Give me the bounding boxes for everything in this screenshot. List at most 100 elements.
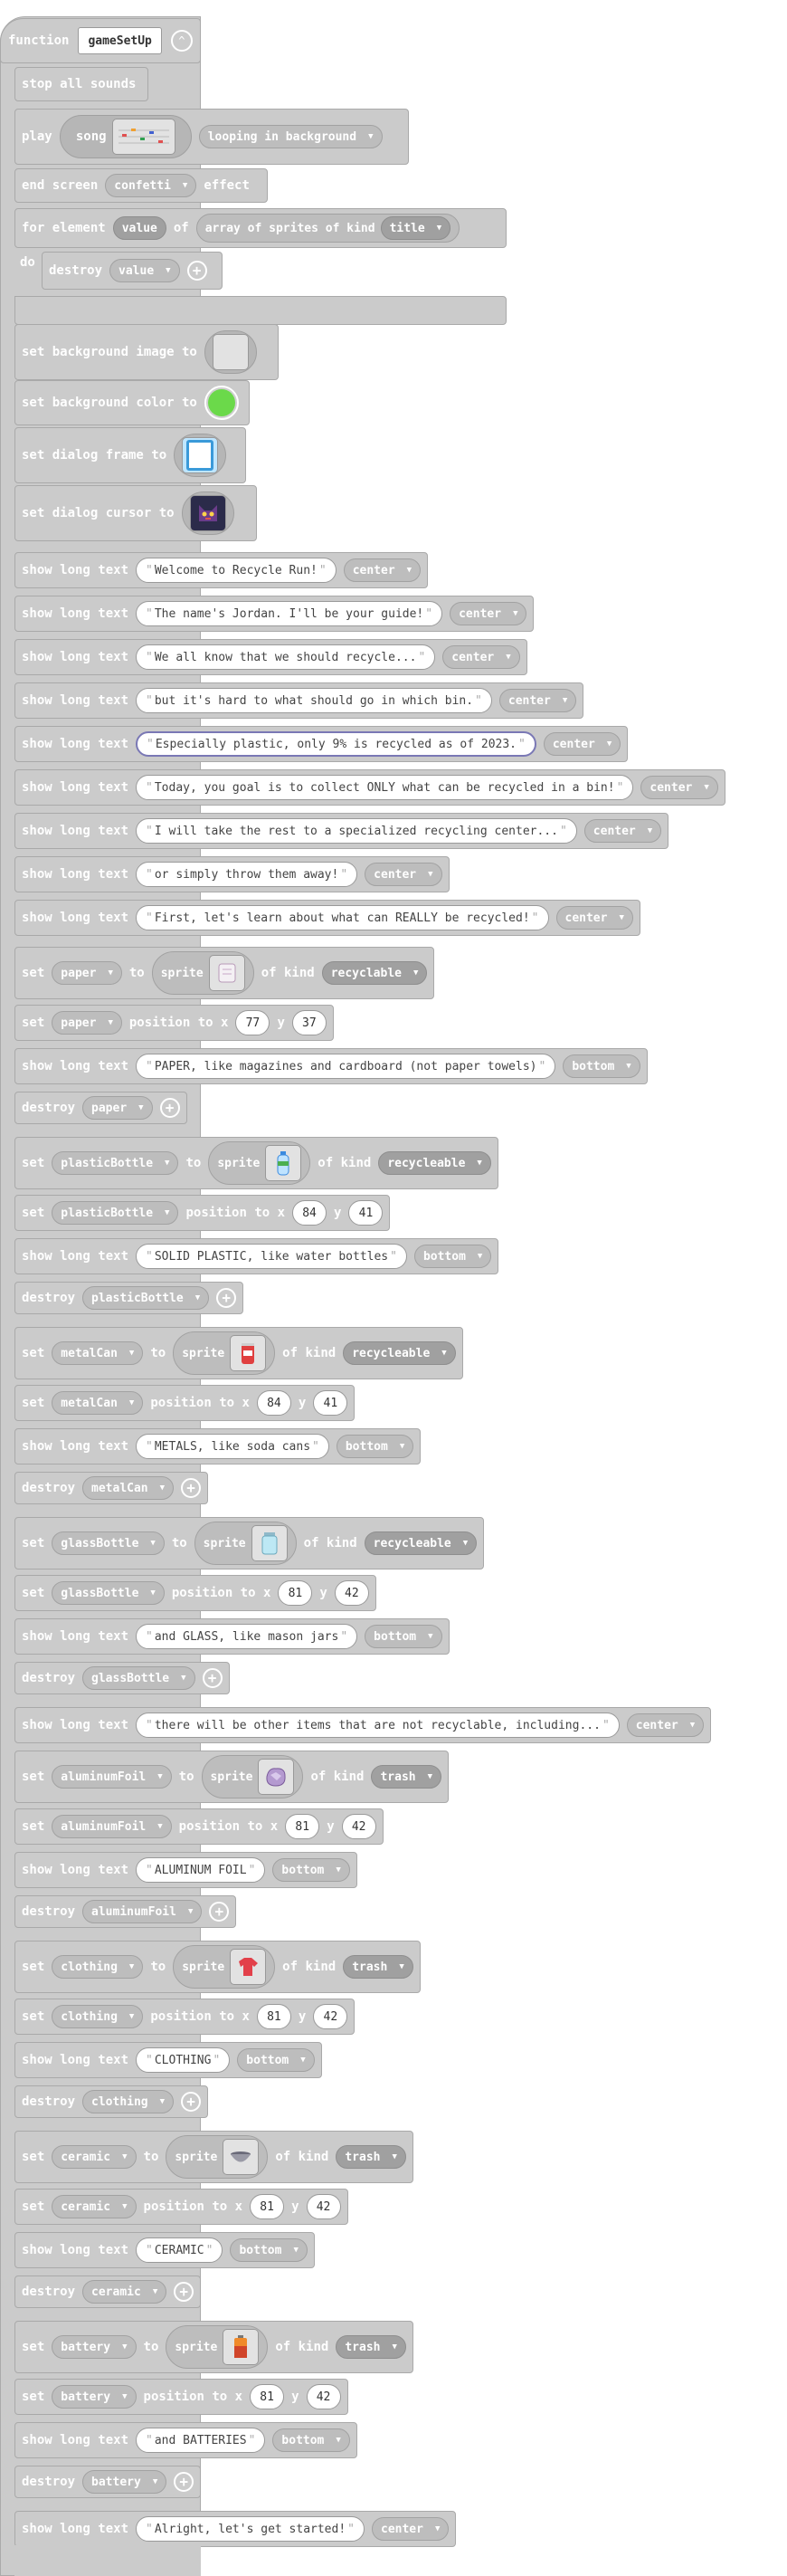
add-icon[interactable]: + bbox=[202, 1668, 223, 1688]
sprite-variable-dropdown[interactable]: battery bbox=[82, 2470, 167, 2494]
show-long-text-block[interactable]: show long text and GLASS, like mason jars… bbox=[14, 1618, 450, 1655]
dialog-position-dropdown[interactable]: bottom bbox=[272, 1858, 350, 1882]
show-long-text-block[interactable]: show long text SOLID PLASTIC, like water … bbox=[14, 1238, 499, 1274]
x-value-input[interactable]: 84 bbox=[292, 1200, 327, 1226]
sprite-create-block[interactable]: sprite bbox=[194, 1522, 297, 1565]
destroy-sprite-block[interactable]: destroy aluminumFoil + bbox=[14, 1895, 237, 1928]
sprite-kind-dropdown[interactable]: recyclable bbox=[321, 961, 428, 985]
sprite-variable-dropdown[interactable]: clothing bbox=[82, 2090, 175, 2113]
add-icon[interactable]: + bbox=[174, 2282, 194, 2302]
y-value-input[interactable]: 42 bbox=[306, 2384, 341, 2409]
function-name-field[interactable]: gameSetUp bbox=[78, 27, 162, 54]
dialog-text-input[interactable]: Alright, let's get started! bbox=[136, 2516, 365, 2542]
destroy-sprite-block[interactable]: destroy paper + bbox=[14, 1092, 187, 1124]
destroy-sprite-block[interactable]: destroy clothing + bbox=[14, 2085, 209, 2118]
set-position-block[interactable]: set paper position to x 77 y 37 bbox=[14, 1005, 334, 1041]
function-header[interactable]: function gameSetUp ^ bbox=[0, 18, 201, 63]
sprite-create-block[interactable]: sprite bbox=[208, 1141, 311, 1185]
destroy-sprite-block[interactable]: destroy battery + bbox=[14, 2466, 202, 2498]
set-sprite-block[interactable]: set glassBottle to sprite of kind recycleable bbox=[14, 1517, 485, 1569]
set-dialog-frame-block[interactable]: set dialog frame to bbox=[14, 427, 246, 483]
add-icon[interactable]: + bbox=[181, 2092, 202, 2112]
dialog-text-input[interactable]: but it's hard to what should go in which… bbox=[136, 688, 492, 713]
end-screen-block[interactable]: end screen confetti effect bbox=[14, 168, 268, 203]
destroy-sprite-block[interactable]: destroy plasticBottle + bbox=[14, 1282, 244, 1314]
dialog-position-dropdown[interactable]: bottom bbox=[336, 1435, 414, 1458]
y-value-input[interactable]: 41 bbox=[313, 1390, 348, 1416]
sprite-variable-dropdown[interactable]: battery bbox=[52, 2385, 137, 2409]
destroy-value-dropdown[interactable]: value bbox=[109, 259, 180, 282]
sprite-create-block[interactable]: sprite bbox=[173, 1331, 276, 1375]
dialog-text-input[interactable]: Especially plastic, only 9% is recycled … bbox=[136, 731, 536, 757]
show-long-text-block[interactable]: show long text I will take the rest to a … bbox=[14, 813, 669, 849]
add-icon[interactable]: + bbox=[174, 2472, 194, 2492]
sprite-variable-dropdown[interactable]: aluminumFoil bbox=[82, 1900, 203, 1923]
destroy-sprite-block[interactable]: destroy glassBottle + bbox=[14, 1662, 230, 1694]
set-position-block[interactable]: set metalCan position to x 84 y 41 bbox=[14, 1385, 356, 1421]
y-value-input[interactable]: 37 bbox=[291, 1010, 327, 1035]
ceramic-bowl-sprite-icon[interactable] bbox=[223, 2139, 260, 2175]
show-long-text-block[interactable]: show long text METALS, like soda cans bott… bbox=[14, 1428, 422, 1465]
dialog-position-dropdown[interactable]: center bbox=[543, 732, 621, 756]
y-value-input[interactable]: 42 bbox=[334, 1580, 369, 1606]
play-song-block[interactable]: play song looping in background bbox=[14, 109, 409, 165]
show-long-text-block[interactable]: show long text and BATTERIESbottom bbox=[14, 2422, 357, 2458]
loop-mode-dropdown[interactable]: looping in background bbox=[198, 125, 383, 148]
x-value-input[interactable]: 77 bbox=[235, 1010, 270, 1035]
sprite-variable-dropdown[interactable]: ceramic bbox=[82, 2280, 167, 2304]
y-value-input[interactable]: 41 bbox=[348, 1200, 384, 1226]
show-long-text-block[interactable]: show long text Especially plastic, only 9… bbox=[14, 726, 629, 762]
sprite-variable-dropdown[interactable]: plasticBottle bbox=[82, 1286, 210, 1310]
sprite-create-block[interactable]: sprite bbox=[201, 1755, 304, 1798]
destroy-value-block[interactable]: destroy value + bbox=[42, 252, 223, 290]
background-image-slot[interactable] bbox=[204, 330, 257, 374]
sprite-variable-dropdown[interactable]: glassBottle bbox=[52, 1531, 165, 1555]
set-position-block[interactable]: set battery position to x 81 y 42 bbox=[14, 2379, 348, 2415]
show-long-text-block[interactable]: show long text CERAMIC bottom bbox=[14, 2232, 315, 2268]
x-value-input[interactable]: 81 bbox=[256, 2004, 291, 2029]
sprite-create-block[interactable]: sprite bbox=[166, 2325, 269, 2369]
collapse-icon[interactable]: ^ bbox=[170, 30, 193, 52]
set-dialog-cursor-block[interactable]: set dialog cursor to bbox=[14, 485, 257, 541]
dialog-position-dropdown[interactable]: bottom bbox=[230, 2238, 308, 2262]
x-value-input[interactable]: 81 bbox=[250, 2194, 285, 2219]
battery-sprite-icon[interactable] bbox=[223, 2329, 260, 2365]
add-icon[interactable]: + bbox=[216, 1288, 237, 1308]
set-sprite-block[interactable]: set plasticBottle to sprite of kind recycleab… bbox=[14, 1137, 498, 1189]
soda-can-sprite-icon[interactable] bbox=[230, 1335, 267, 1371]
sprite-kind-dropdown[interactable]: trash bbox=[371, 1765, 442, 1789]
sprite-variable-dropdown[interactable]: paper bbox=[52, 961, 122, 985]
dialog-position-dropdown[interactable]: center bbox=[372, 2517, 450, 2541]
clothing-sprite-icon[interactable] bbox=[230, 1949, 267, 1985]
dialog-text-input[interactable]: or simply throw them away! bbox=[136, 862, 358, 887]
x-value-input[interactable]: 81 bbox=[278, 1580, 313, 1606]
sprite-variable-dropdown[interactable]: metalCan bbox=[52, 1341, 144, 1365]
add-icon[interactable]: + bbox=[186, 261, 207, 281]
sprite-variable-dropdown[interactable]: paper bbox=[82, 1096, 153, 1120]
array-of-sprites-block[interactable]: array of sprites of kind title bbox=[195, 214, 460, 243]
y-value-input[interactable]: 42 bbox=[313, 2004, 348, 2029]
dialog-text-input[interactable]: ALUMINUM FOIL bbox=[136, 1857, 266, 1883]
destroy-sprite-block[interactable]: destroy metalCan + bbox=[14, 1472, 209, 1504]
add-icon[interactable]: + bbox=[209, 1902, 230, 1922]
loop-variable-value[interactable]: value bbox=[112, 216, 166, 240]
sprite-kind-dropdown[interactable]: recycleable bbox=[343, 1341, 456, 1365]
set-position-block[interactable]: set glassBottle position to x 81 y 42 bbox=[14, 1575, 376, 1611]
show-long-text-block[interactable]: show long text or simply throw them away!… bbox=[14, 856, 450, 892]
dialog-text-input[interactable]: SOLID PLASTIC, like water bottles bbox=[136, 1244, 407, 1269]
dialog-frame-slot[interactable] bbox=[174, 434, 227, 477]
set-sprite-block[interactable]: set paperto sprite of kind recyclable bbox=[14, 947, 435, 999]
show-long-text-block[interactable]: show long text Today, you goal is to coll… bbox=[14, 769, 725, 806]
sprite-variable-dropdown[interactable]: glassBottle bbox=[52, 1581, 165, 1605]
show-long-text-block[interactable]: show long text ALUMINUM FOILbottom bbox=[14, 1852, 357, 1888]
set-position-block[interactable]: set ceramic position to x 81 y 42 bbox=[14, 2189, 348, 2225]
dialog-text-input[interactable]: Today, you goal is to collect ONLY what … bbox=[136, 775, 634, 800]
set-sprite-block[interactable]: set metalCan to sprite of kind recycleable bbox=[14, 1327, 463, 1379]
x-value-input[interactable]: 84 bbox=[256, 1390, 291, 1416]
add-icon[interactable]: + bbox=[159, 1098, 180, 1118]
song-melody-icon[interactable] bbox=[111, 119, 175, 155]
dialog-position-dropdown[interactable]: center bbox=[450, 602, 527, 625]
show-long-text-block[interactable]: show long text Welcome to Recycle Run!cen… bbox=[14, 552, 429, 588]
sprite-variable-dropdown[interactable]: paper bbox=[52, 1011, 122, 1035]
sprite-kind-dropdown[interactable]: recycleable bbox=[378, 1151, 491, 1175]
